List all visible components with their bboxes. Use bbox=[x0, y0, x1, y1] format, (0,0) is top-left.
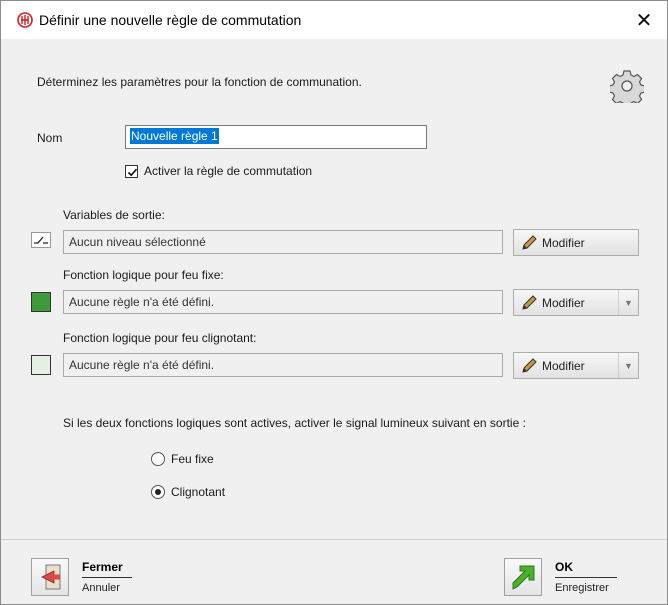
output-variables-label: Variables de sortie: bbox=[63, 208, 165, 222]
window-title: Définir une nouvelle règle de commutatio… bbox=[39, 12, 302, 28]
output-variables-field: Aucun niveau sélectionné bbox=[63, 230, 503, 254]
app-logo-icon bbox=[17, 12, 33, 28]
ok-button-divider bbox=[555, 577, 617, 578]
steady-light-color-swatch bbox=[31, 292, 51, 312]
modify-blinking-light-button[interactable]: Modifier ▼ bbox=[513, 352, 639, 379]
name-input[interactable]: Nouvelle règle 1 bbox=[125, 125, 427, 149]
activate-rule-checkbox[interactable] bbox=[125, 164, 138, 178]
close-icon[interactable]: ✕ bbox=[621, 1, 667, 39]
activate-rule-row[interactable]: Activer la règle de commutation bbox=[125, 164, 312, 178]
arrow-up-right-icon bbox=[512, 565, 535, 590]
close-button-divider bbox=[82, 577, 132, 578]
close-button-title[interactable]: Fermer bbox=[82, 560, 123, 574]
radio-feu-fixe[interactable]: Feu fixe bbox=[151, 452, 214, 466]
modify-output-variables-button[interactable]: Modifier bbox=[513, 229, 639, 256]
pencil-icon bbox=[522, 294, 537, 310]
radio-button[interactable] bbox=[151, 485, 165, 499]
blinking-light-color-swatch bbox=[31, 355, 51, 375]
radio-label: Feu fixe bbox=[171, 452, 214, 466]
radio-label: Clignotant bbox=[171, 485, 226, 499]
modify-button-label: Modifier bbox=[542, 358, 585, 373]
name-label: Nom bbox=[37, 131, 63, 145]
chevron-down-icon[interactable]: ▼ bbox=[618, 353, 638, 378]
ok-button[interactable] bbox=[504, 558, 542, 596]
close-dialog-button[interactable] bbox=[31, 558, 69, 596]
title-bar: Définir une nouvelle règle de commutatio… bbox=[1, 1, 667, 39]
modify-button-label: Modifier bbox=[542, 235, 585, 250]
activate-rule-label: Activer la règle de commutation bbox=[144, 164, 313, 178]
signal-question: Si les deux fonctions logiques sont acti… bbox=[63, 416, 526, 430]
blinking-light-field: Aucune règle n'a été défini. bbox=[63, 353, 503, 377]
radio-button[interactable] bbox=[151, 452, 165, 466]
modify-button-label: Modifier bbox=[542, 295, 585, 310]
ok-button-subtitle[interactable]: Enregistrer bbox=[555, 582, 609, 594]
steady-light-field: Aucune règle n'a été défini. bbox=[63, 290, 503, 314]
radio-clignotant[interactable]: Clignotant bbox=[151, 485, 225, 499]
close-button-subtitle[interactable]: Annuler bbox=[82, 582, 120, 594]
pencil-icon bbox=[522, 357, 537, 373]
steady-light-label: Fonction logique pour feu fixe: bbox=[63, 268, 224, 282]
blinking-light-label: Fonction logique pour feu clignotant: bbox=[63, 331, 257, 345]
switch-icon bbox=[31, 232, 51, 248]
chevron-down-icon[interactable]: ▼ bbox=[618, 290, 638, 315]
dialog-body: Déterminez les paramètres pour la foncti… bbox=[1, 39, 667, 539]
pencil-icon bbox=[522, 234, 537, 250]
name-input-value: Nouvelle règle 1 bbox=[130, 128, 219, 144]
dialog-footer: Fermer Annuler OK Enregistrer bbox=[1, 539, 667, 604]
modify-steady-light-button[interactable]: Modifier ▼ bbox=[513, 289, 639, 316]
exit-door-icon bbox=[41, 564, 61, 590]
ok-button-title[interactable]: OK bbox=[555, 560, 573, 574]
gear-icon bbox=[610, 70, 644, 103]
dialog-description: Déterminez les paramètres pour la foncti… bbox=[37, 75, 362, 89]
checkmark-icon bbox=[127, 168, 138, 176]
dialog-window: Définir une nouvelle règle de commutatio… bbox=[0, 0, 668, 605]
